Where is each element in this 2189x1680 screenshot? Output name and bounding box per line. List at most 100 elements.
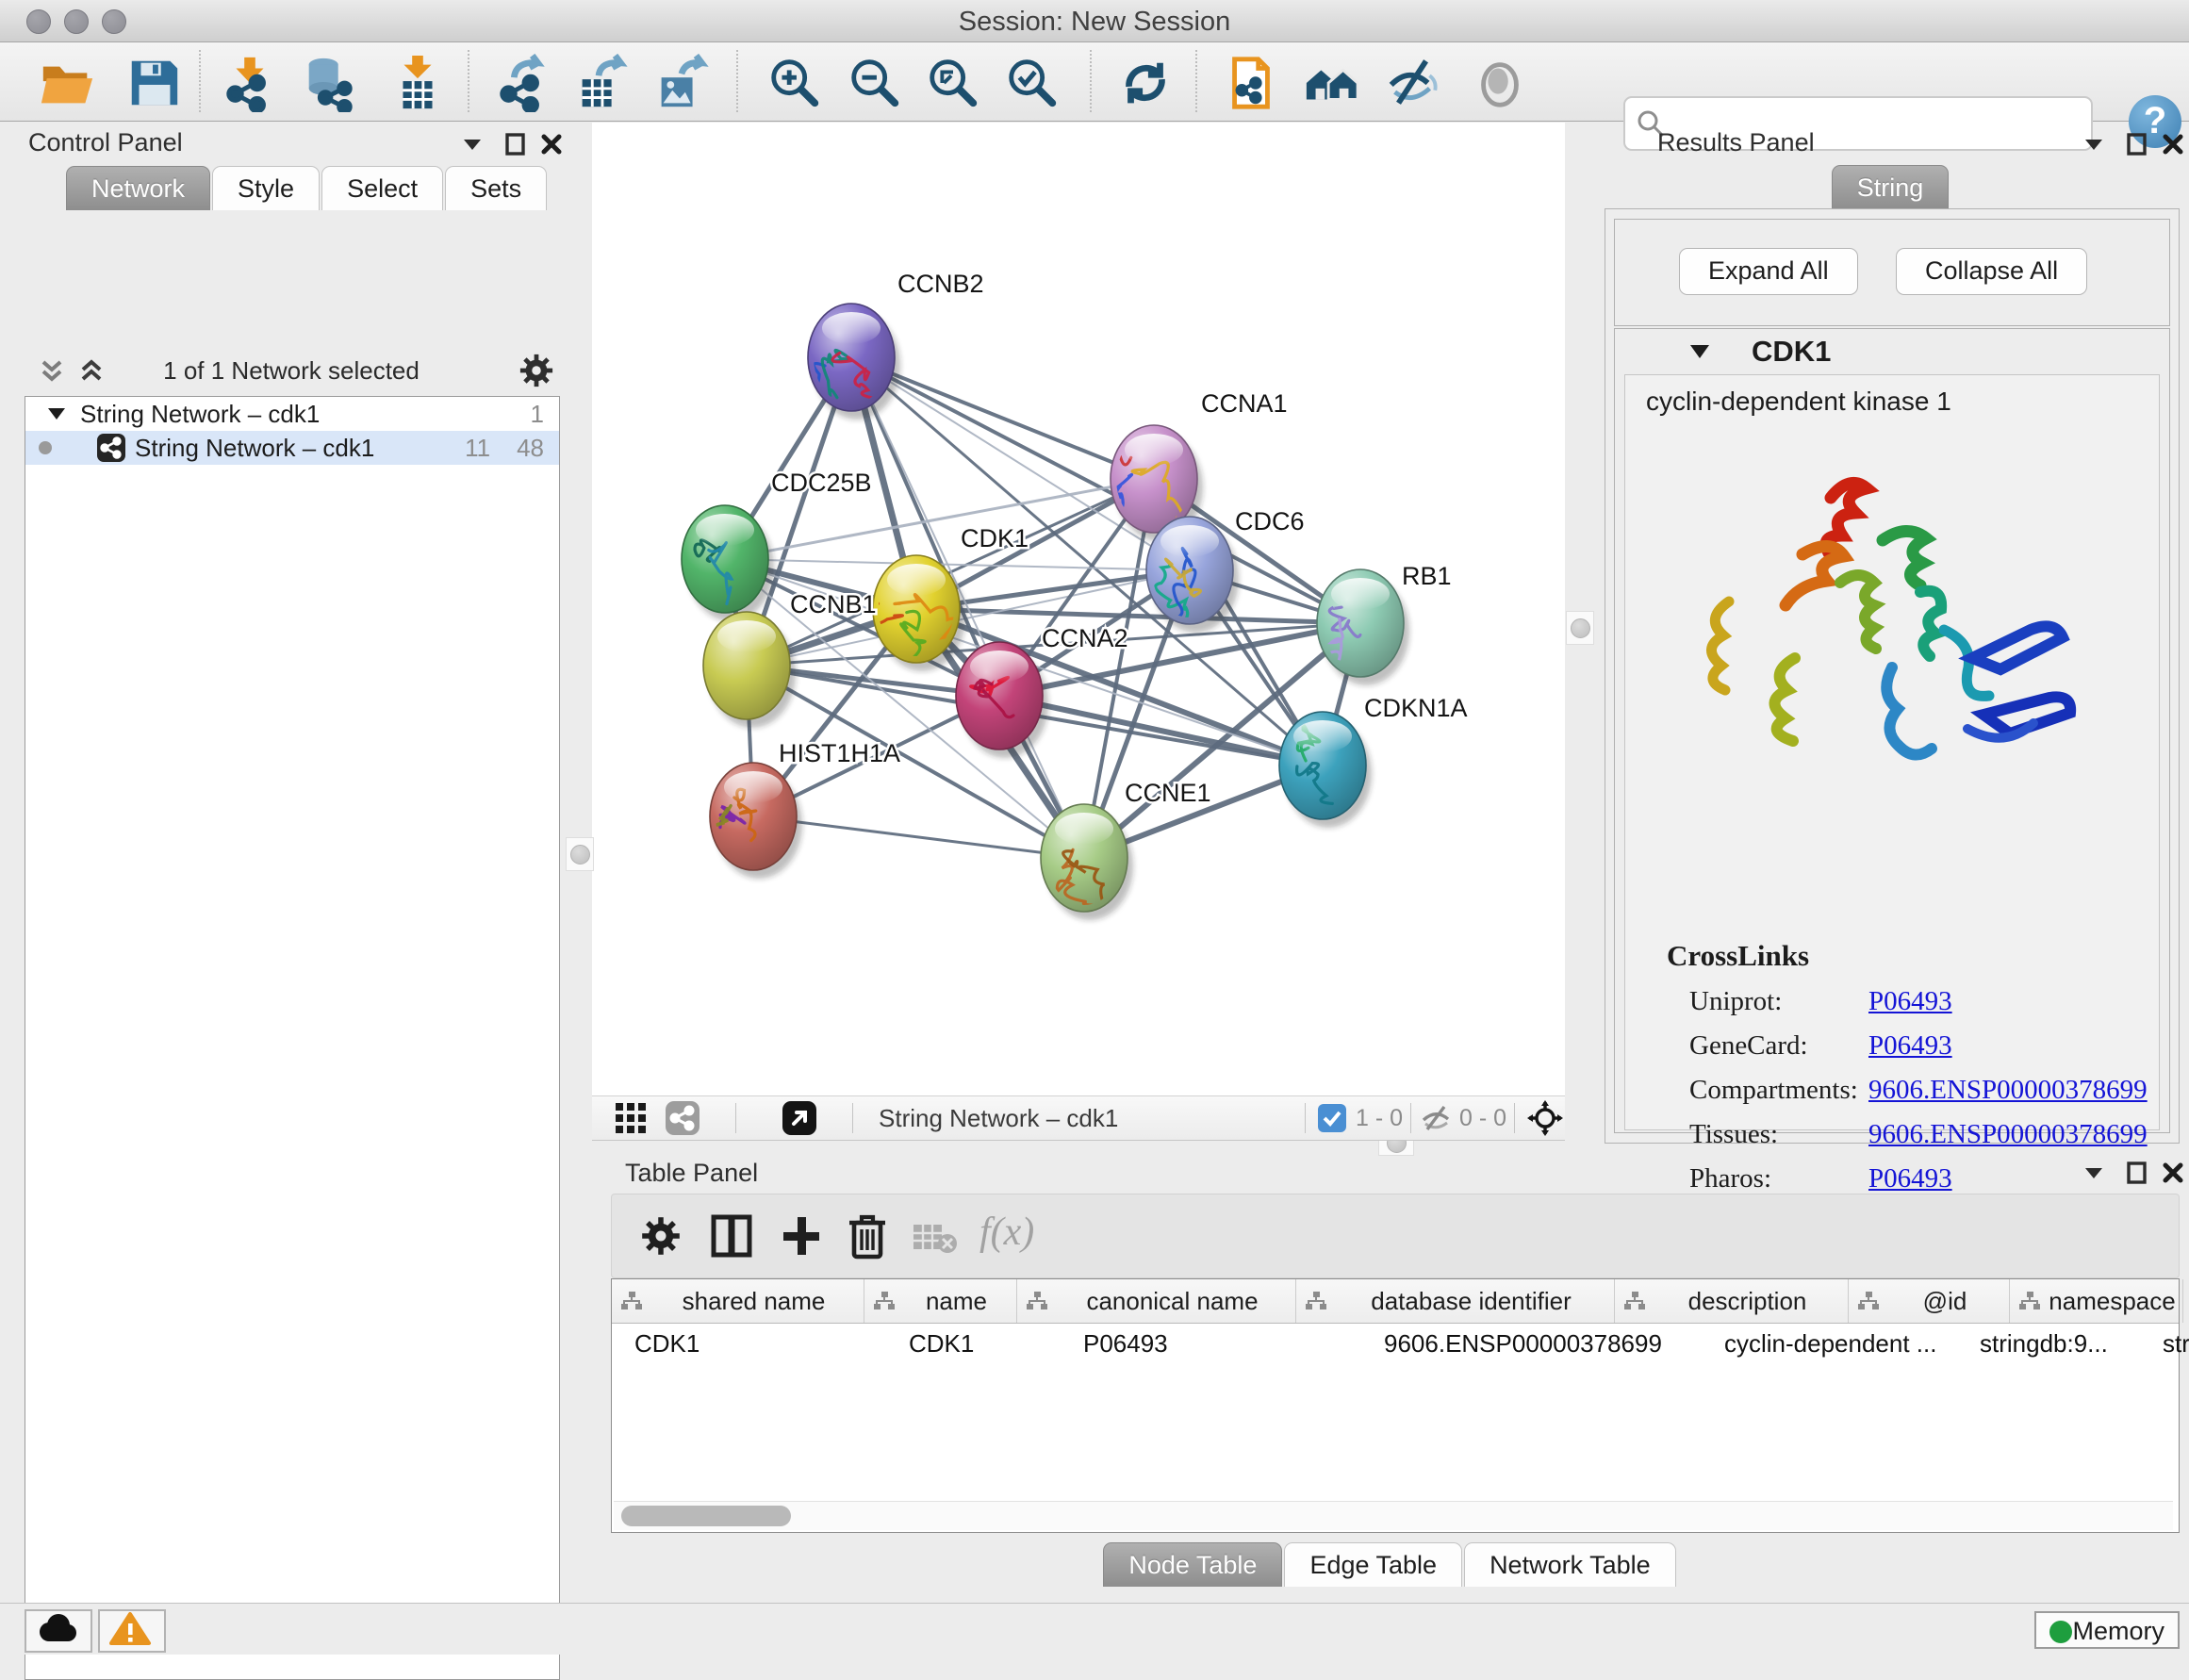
zoom-in-icon[interactable] bbox=[765, 54, 824, 112]
hide-unhide-eye-icon[interactable] bbox=[1384, 54, 1442, 112]
import-network-from-file-icon[interactable] bbox=[221, 54, 279, 112]
edge-CDK1-RB1[interactable] bbox=[916, 609, 1360, 623]
export-table-icon[interactable] bbox=[571, 54, 630, 112]
panel-menu-icon[interactable] bbox=[460, 132, 485, 156]
network-canvas[interactable]: CCNB2CCNA1CDC25BCDK1CDC6RB1CCNB1CCNA2CDK… bbox=[592, 123, 1565, 1095]
expand-all-button[interactable]: Expand All bbox=[1679, 248, 1858, 295]
results-tabs: String bbox=[1593, 165, 2189, 209]
hidden-counts: 0 - 0 bbox=[1459, 1105, 1506, 1132]
network-node-HIST1H1A[interactable]: HIST1H1A bbox=[710, 739, 900, 879]
import-table-from-file-icon[interactable] bbox=[388, 54, 447, 112]
export-image-icon[interactable] bbox=[650, 54, 709, 112]
import-network-from-database-icon[interactable] bbox=[300, 54, 358, 112]
open-session-icon[interactable] bbox=[38, 54, 96, 112]
column-header-description[interactable]: description bbox=[1615, 1279, 1849, 1323]
column-header-shared-name[interactable]: shared name bbox=[612, 1279, 864, 1323]
results-buttons-box: Expand All Collapse All bbox=[1614, 219, 2170, 326]
network-row[interactable]: String Network – cdk1 11 48 bbox=[25, 431, 559, 465]
table-panel-title: Table Panel bbox=[625, 1159, 758, 1188]
add-column-icon[interactable] bbox=[780, 1213, 823, 1259]
selected-checkbox-icon[interactable] bbox=[1318, 1104, 1346, 1132]
warning-icon bbox=[100, 1611, 160, 1647]
network-node-RB1[interactable]: RB1 bbox=[1315, 562, 1452, 685]
collapse-all-button[interactable]: Collapse All bbox=[1896, 248, 2087, 295]
crosslink-link[interactable]: 9606.ENSP00000378699 bbox=[1868, 1075, 2148, 1106]
tab-network-table[interactable]: Network Table bbox=[1464, 1542, 1676, 1587]
panel-close-icon[interactable] bbox=[2161, 132, 2185, 156]
right-splitter-handle[interactable] bbox=[1566, 611, 1594, 645]
tab-select[interactable]: Select bbox=[321, 166, 443, 210]
left-splitter-handle[interactable] bbox=[566, 837, 594, 871]
birds-eye-grid-icon[interactable] bbox=[615, 1102, 647, 1134]
table-gear-icon[interactable] bbox=[640, 1215, 682, 1257]
tree-expander-icon[interactable] bbox=[46, 405, 67, 422]
column-header-database-identifier[interactable]: database identifier bbox=[1296, 1279, 1615, 1323]
panel-menu-icon[interactable] bbox=[2082, 132, 2106, 156]
network-collection-row[interactable]: String Network – cdk1 1 bbox=[25, 397, 559, 431]
zoom-fit-icon[interactable] bbox=[924, 54, 982, 112]
node-label-CDK1: CDK1 bbox=[961, 524, 1029, 552]
memory-status-dot bbox=[2049, 1621, 2072, 1643]
gear-icon[interactable] bbox=[518, 353, 554, 388]
edge-CCNE1-HIST1H1A[interactable] bbox=[753, 816, 1084, 858]
warnings-button[interactable] bbox=[98, 1609, 166, 1653]
first-neighbors-icon[interactable] bbox=[1222, 54, 1280, 112]
show-graphics-eye-icon[interactable] bbox=[1471, 54, 1529, 112]
network-node-CCNA2[interactable]: CCNA2 bbox=[956, 624, 1128, 758]
horizontal-scrollbar[interactable] bbox=[614, 1501, 2173, 1530]
column-header-name[interactable]: name bbox=[864, 1279, 1017, 1323]
network-graph[interactable]: CCNB2CCNA1CDC25BCDK1CDC6RB1CCNB1CCNA2CDK… bbox=[592, 123, 1565, 1095]
tab-string[interactable]: String bbox=[1832, 165, 1950, 209]
scrollbar-thumb[interactable] bbox=[621, 1506, 791, 1526]
panel-float-icon[interactable] bbox=[2125, 132, 2149, 156]
memory-button[interactable]: Memory bbox=[2034, 1611, 2180, 1649]
crosslink-label: Compartments: bbox=[1689, 1075, 1868, 1106]
column-type-icon bbox=[1856, 1290, 1881, 1312]
tab-style[interactable]: Style bbox=[212, 166, 320, 210]
save-session-icon[interactable] bbox=[124, 54, 183, 112]
network-share-icon[interactable] bbox=[666, 1101, 699, 1135]
tab-sets[interactable]: Sets bbox=[445, 166, 547, 210]
cloud-button[interactable] bbox=[25, 1609, 92, 1653]
column-header-@id[interactable]: @id bbox=[1849, 1279, 2010, 1323]
refresh-layout-icon[interactable] bbox=[1116, 54, 1175, 112]
panel-float-icon[interactable] bbox=[503, 132, 528, 156]
table-row[interactable]: CDK1CDK1P064939606.ENSP00000378699cyclin… bbox=[612, 1324, 2179, 1365]
protein-structure-image bbox=[1689, 441, 2095, 818]
window-title: Session: New Session bbox=[0, 7, 2189, 38]
node-label-CCNA1: CCNA1 bbox=[1201, 389, 1288, 418]
panel-close-icon[interactable] bbox=[2161, 1161, 2185, 1185]
show-columns-icon[interactable] bbox=[710, 1213, 753, 1259]
table-cell: CDK1 bbox=[886, 1324, 1061, 1365]
panel-close-icon[interactable] bbox=[539, 132, 564, 156]
crosslink-link[interactable]: P06493 bbox=[1868, 986, 1952, 1017]
tab-edge-table[interactable]: Edge Table bbox=[1284, 1542, 1462, 1587]
delete-column-trash-icon[interactable] bbox=[846, 1211, 889, 1260]
zoom-out-icon[interactable] bbox=[846, 54, 904, 112]
column-header-namespace[interactable]: namespace bbox=[2010, 1279, 2183, 1323]
tab-node-table[interactable]: Node Table bbox=[1103, 1542, 1282, 1587]
pan-crosshair-icon[interactable] bbox=[1527, 1100, 1563, 1136]
collection-label: String Network – cdk1 bbox=[80, 400, 320, 429]
section-expander-icon[interactable] bbox=[1688, 342, 1711, 361]
column-label: description bbox=[1647, 1287, 1848, 1316]
crosslink-link[interactable]: P06493 bbox=[1868, 1030, 1952, 1062]
selected-counts: 1 - 0 bbox=[1356, 1105, 1403, 1132]
network-node-CCNE1[interactable]: CCNE1 bbox=[1041, 779, 1211, 920]
panel-menu-icon[interactable] bbox=[2082, 1161, 2106, 1185]
open-in-window-icon[interactable] bbox=[782, 1101, 816, 1135]
crosslink-row: Uniprot:P06493 bbox=[1689, 986, 2159, 1017]
show-all-homes-icon[interactable] bbox=[1303, 54, 1361, 112]
column-type-icon bbox=[2017, 1290, 2042, 1312]
column-header-canonical-name[interactable]: canonical name bbox=[1017, 1279, 1296, 1323]
zoom-selected-icon[interactable] bbox=[1003, 54, 1062, 112]
nav-separator bbox=[852, 1103, 853, 1133]
network-node-CDKN1A[interactable]: CDKN1A bbox=[1279, 694, 1468, 828]
export-network-icon[interactable] bbox=[494, 54, 552, 112]
results-panel-title: Results Panel bbox=[1657, 128, 1815, 157]
window-titlebar: Session: New Session bbox=[0, 0, 2189, 42]
panel-float-icon[interactable] bbox=[2125, 1161, 2149, 1185]
memory-label: Memory bbox=[2072, 1617, 2164, 1645]
node-label-CCNA2: CCNA2 bbox=[1042, 624, 1128, 652]
tab-network[interactable]: Network bbox=[66, 166, 210, 210]
